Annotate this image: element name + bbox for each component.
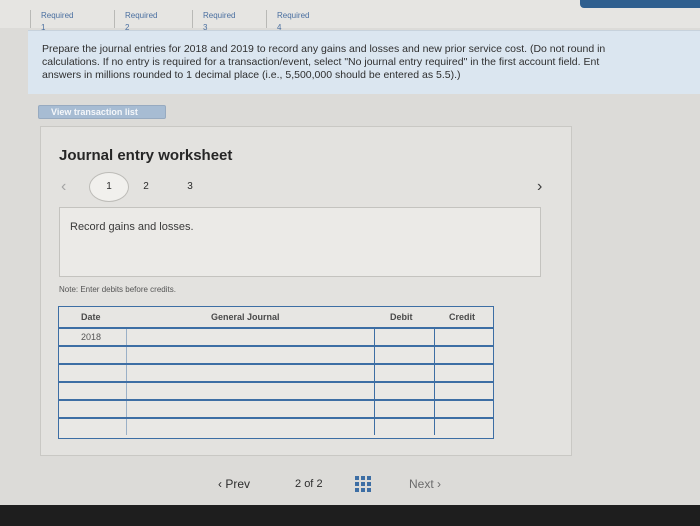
grid-icon[interactable] — [355, 476, 371, 492]
pagination: ‹ Prev 2 of 2 Next › — [0, 470, 700, 500]
account-select[interactable] — [127, 347, 375, 363]
next-label: Next — [409, 477, 434, 491]
instructions-line-1: Prepare the journal entries for 2018 and… — [42, 43, 606, 55]
step-1[interactable]: 1 — [89, 172, 129, 202]
bottom-bar — [0, 505, 700, 526]
credit-input[interactable] — [435, 329, 493, 345]
account-select[interactable] — [127, 419, 375, 435]
current-page: 2 — [295, 478, 302, 490]
instructions-line-3: answers in millions rounded to 1 decimal… — [42, 69, 461, 81]
tab-required-2[interactable]: Required 2 — [114, 10, 167, 32]
total-pages: 2 — [316, 478, 323, 490]
credit-input[interactable] — [435, 401, 493, 417]
account-select[interactable] — [127, 383, 375, 399]
header-general-journal: General Journal — [211, 312, 280, 322]
page-indicator: 2 of 2 — [295, 478, 323, 490]
credit-input[interactable] — [435, 365, 493, 381]
prev-button[interactable]: ‹ Prev — [218, 477, 250, 491]
debit-input[interactable] — [375, 347, 435, 363]
worksheet-title: Journal entry worksheet — [59, 147, 233, 164]
date-cell[interactable] — [59, 347, 127, 363]
header-debit: Debit — [390, 312, 413, 322]
date-cell[interactable]: 2018 — [59, 329, 127, 345]
step-2[interactable]: 2 — [135, 177, 157, 199]
account-select[interactable] — [127, 329, 375, 345]
step-3[interactable]: 3 — [179, 177, 201, 199]
chevron-right-icon[interactable]: › — [537, 179, 542, 195]
debit-input[interactable] — [375, 329, 435, 345]
date-cell[interactable] — [59, 365, 127, 381]
general-journal-table: Date General Journal Debit Credit 2018 — [58, 306, 494, 439]
table-row — [59, 365, 493, 383]
account-select[interactable] — [127, 365, 375, 381]
entry-prompt: Record gains and losses. — [70, 221, 194, 233]
chevron-left-icon[interactable]: ‹ — [61, 179, 66, 195]
table-row — [59, 419, 493, 437]
debit-input[interactable] — [375, 365, 435, 381]
tab-required-3[interactable]: Required 3 — [192, 10, 245, 32]
account-select[interactable] — [127, 401, 375, 417]
instructions-box: Prepare the journal entries for 2018 and… — [28, 30, 700, 94]
date-cell[interactable] — [59, 419, 127, 435]
debit-input[interactable] — [375, 383, 435, 399]
view-transaction-list-button[interactable]: View transaction list — [38, 105, 166, 119]
tab-required-1[interactable]: Required 1 — [30, 10, 83, 32]
credit-input[interactable] — [435, 347, 493, 363]
check-my-work-button[interactable] — [580, 0, 700, 8]
date-cell[interactable] — [59, 401, 127, 417]
next-button[interactable]: Next › — [409, 477, 441, 491]
table-row: 2018 — [59, 329, 493, 347]
table-row — [59, 383, 493, 401]
debit-input[interactable] — [375, 419, 435, 435]
entry-prompt-box: Record gains and losses. — [59, 207, 541, 277]
credit-input[interactable] — [435, 383, 493, 399]
page-of: of — [304, 478, 314, 490]
table-row — [59, 401, 493, 419]
table-row — [59, 347, 493, 365]
tab-required-4[interactable]: Required 4 — [266, 10, 319, 32]
note-text: Note: Enter debits before credits. — [59, 285, 176, 294]
instructions-line-2: calculations. If no entry is required fo… — [42, 56, 600, 68]
debit-input[interactable] — [375, 401, 435, 417]
prev-label: Prev — [225, 477, 251, 491]
header-credit: Credit — [449, 312, 476, 322]
date-cell[interactable] — [59, 383, 127, 399]
header-date: Date — [81, 312, 101, 322]
credit-input[interactable] — [435, 419, 493, 435]
chevron-right-icon: › — [433, 477, 442, 491]
table-header: Date General Journal Debit Credit — [59, 307, 493, 329]
